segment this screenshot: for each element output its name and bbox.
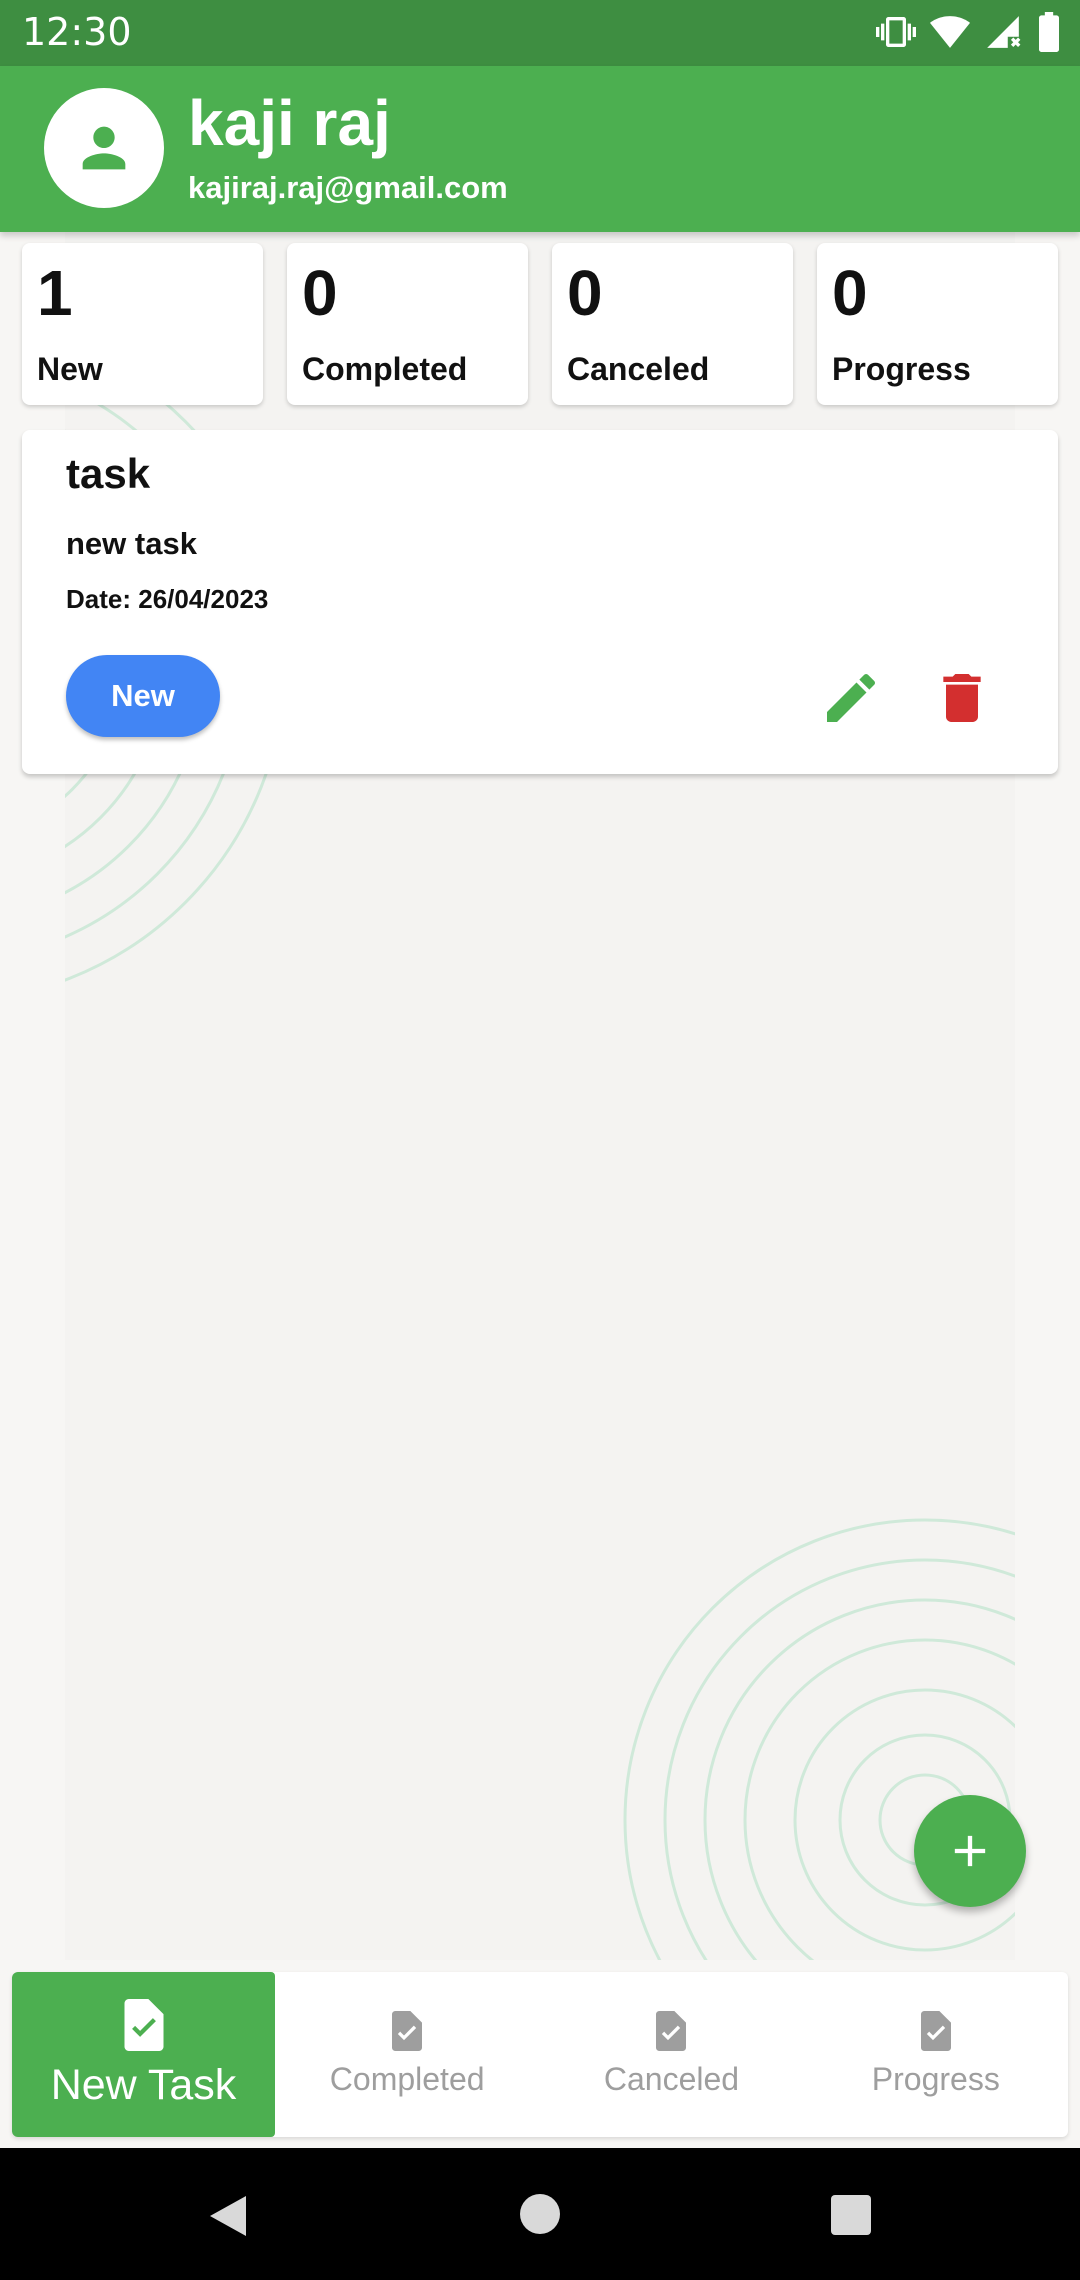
- nav-label: Completed: [329, 2061, 485, 2097]
- task-file-icon: [392, 2011, 423, 2051]
- summary-count: 1: [37, 257, 73, 329]
- summary-count: 0: [832, 257, 868, 329]
- battery-icon: [1039, 12, 1059, 52]
- status-icons: [876, 12, 1062, 52]
- nav-label: Canceled: [603, 2061, 740, 2097]
- summary-label: Progress: [832, 351, 971, 387]
- nav-item-completed[interactable]: Completed: [275, 1972, 539, 2137]
- plus-icon: [954, 1835, 986, 1867]
- task-file-icon: [920, 2011, 951, 2051]
- status-chip[interactable]: New: [66, 655, 220, 737]
- pencil-icon: [827, 673, 876, 722]
- nav-label: Progress: [871, 2061, 1000, 2097]
- trash-icon: [943, 674, 981, 722]
- status-bar: 12:30: [0, 0, 1080, 66]
- back-icon[interactable]: [206, 2192, 250, 2240]
- delete-button[interactable]: [930, 666, 994, 730]
- summary-label: Completed: [302, 351, 468, 387]
- summary-count: 0: [567, 257, 603, 329]
- task-summary: 1 New 0 Completed 0 Canceled 0 Progress: [22, 243, 1058, 405]
- add-task-button[interactable]: [914, 1795, 1026, 1907]
- app-header: kaji raj kajiraj.raj@gmail.com: [0, 66, 1080, 232]
- edit-button[interactable]: [819, 666, 883, 730]
- home-icon[interactable]: [518, 2192, 562, 2236]
- summary-label: New: [37, 351, 103, 387]
- summary-card-canceled: 0 Canceled: [552, 243, 793, 405]
- person-icon: [82, 126, 126, 170]
- task-file-icon: [124, 1999, 163, 2051]
- summary-label: Canceled: [567, 351, 710, 387]
- task-card[interactable]: task new task Date: 26/04/2023 New: [22, 430, 1058, 774]
- vibrate-icon: [876, 17, 916, 47]
- system-navigation-bar: [0, 2148, 1080, 2280]
- nav-item-progress[interactable]: Progress: [804, 1972, 1068, 2137]
- user-email: kajiraj.raj@gmail.com: [188, 170, 508, 205]
- avatar[interactable]: [44, 88, 164, 208]
- status-time: 12:30: [22, 10, 132, 54]
- task-description: new task: [66, 526, 197, 561]
- nav-item-new-task[interactable]: New Task: [12, 1972, 275, 2137]
- summary-card-progress: 0 Progress: [817, 243, 1058, 405]
- user-name: kaji raj: [188, 87, 391, 159]
- nav-item-canceled[interactable]: Canceled: [539, 1972, 803, 2137]
- task-date: Date: 26/04/2023: [66, 584, 269, 614]
- nav-label: New Task: [50, 2061, 237, 2109]
- summary-card-new: 1 New: [22, 243, 263, 405]
- task-file-icon: [656, 2011, 687, 2051]
- recent-apps-icon[interactable]: [830, 2194, 872, 2236]
- summary-card-completed: 0 Completed: [287, 243, 528, 405]
- bottom-navigation: New Task Completed Canceled Progress: [12, 1972, 1068, 2137]
- wifi-icon: [930, 16, 970, 48]
- signal-icon: [987, 16, 1021, 48]
- summary-count: 0: [302, 257, 338, 329]
- task-title: task: [66, 450, 151, 497]
